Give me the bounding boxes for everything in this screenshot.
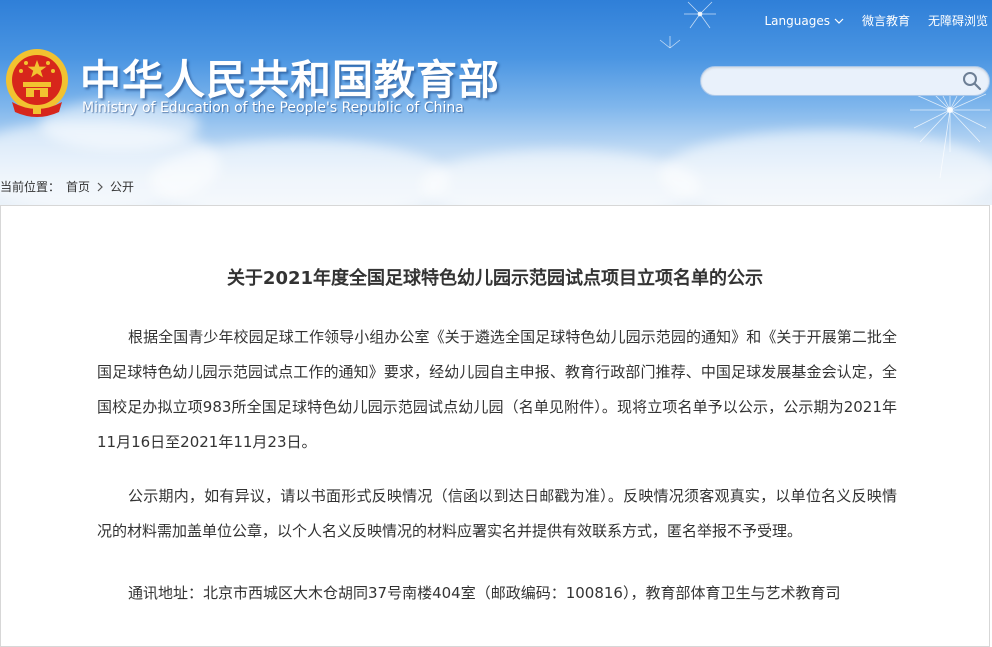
article-container: 关于2021年度全国足球特色幼儿园示范园试点项目立项名单的公示 根据全国青少年校… bbox=[0, 205, 990, 647]
weiyan-link[interactable]: 微言教育 bbox=[862, 12, 910, 29]
dandelion-decoration bbox=[659, 1, 716, 49]
article-paragraph: 通讯地址：北京市西城区大木仓胡同37号南楼404室（邮政编码：100816），教… bbox=[128, 584, 841, 602]
breadcrumb-public[interactable]: 公开 bbox=[110, 178, 134, 195]
chevron-right-icon bbox=[97, 182, 103, 191]
national-emblem-icon bbox=[6, 49, 68, 117]
breadcrumb-label: 当前位置： bbox=[0, 180, 61, 194]
top-links: Languages 微言教育 无障碍浏览 bbox=[764, 12, 988, 29]
search-input[interactable] bbox=[713, 71, 957, 93]
breadcrumb-home[interactable]: 首页 bbox=[66, 178, 90, 195]
cloud-decoration bbox=[420, 150, 700, 205]
languages-dropdown[interactable]: Languages bbox=[764, 13, 844, 28]
article-paragraph: 公示期内，如有异议，请以书面形式反映情况（信函以到达日邮戳为准）。反映情况须客观… bbox=[97, 487, 897, 540]
article-paragraph: 根据全国青少年校园足球工作领导小组办公室《关于遴选全国足球特色幼儿园示范园的通知… bbox=[97, 328, 897, 451]
search-box bbox=[700, 66, 990, 96]
accessibility-link[interactable]: 无障碍浏览 bbox=[928, 12, 988, 29]
search-icon[interactable] bbox=[961, 70, 983, 92]
site-title-cn: 中华人民共和国教育部 bbox=[80, 56, 500, 104]
site-title-en: Ministry of Education of the People's Re… bbox=[82, 100, 464, 116]
languages-label: Languages bbox=[764, 13, 830, 28]
site-header: 中华人民共和国教育部 Ministry of Education of the … bbox=[0, 0, 992, 205]
chevron-down-icon bbox=[834, 18, 844, 24]
article-title: 关于2021年度全国足球特色幼儿园示范园试点项目立项名单的公示 bbox=[226, 268, 764, 289]
breadcrumb: 当前位置： 首页 公开 bbox=[0, 178, 134, 195]
